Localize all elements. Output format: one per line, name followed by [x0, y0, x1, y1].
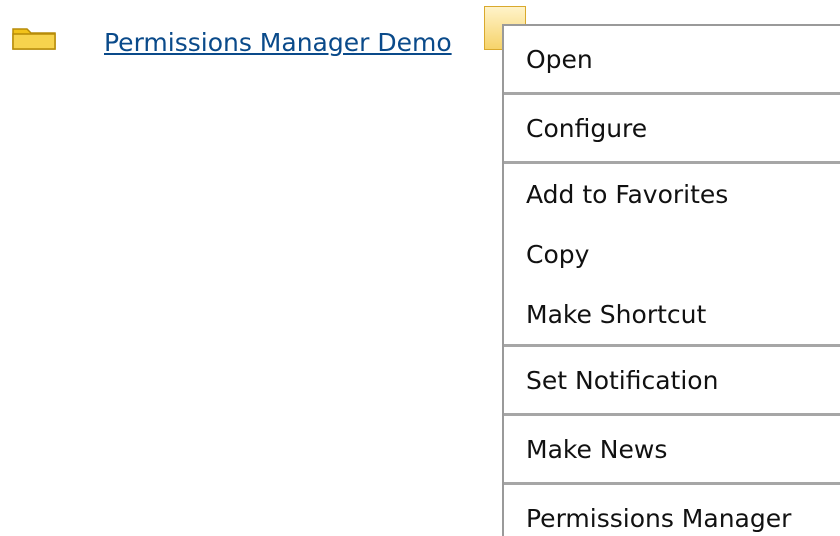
menu-item-make-news[interactable]: Make News [504, 416, 840, 482]
menu-item-open[interactable]: Open [504, 26, 840, 92]
menu-item-configure[interactable]: Configure [504, 95, 840, 161]
context-menu: Open Configure Add to Favorites Copy Mak… [502, 24, 840, 536]
menu-item-permissions-manager[interactable]: Permissions Manager [504, 485, 840, 536]
browse-view: Permissions Manager Demo Open Configure … [0, 0, 840, 536]
menu-item-copy[interactable]: Copy [504, 224, 840, 284]
item-link[interactable]: Permissions Manager Demo [104, 28, 452, 58]
menu-item-add-to-favorites[interactable]: Add to Favorites [504, 164, 840, 224]
menu-item-set-notification[interactable]: Set Notification [504, 347, 840, 413]
folder-icon [12, 28, 56, 50]
menu-item-make-shortcut[interactable]: Make Shortcut [504, 284, 840, 344]
